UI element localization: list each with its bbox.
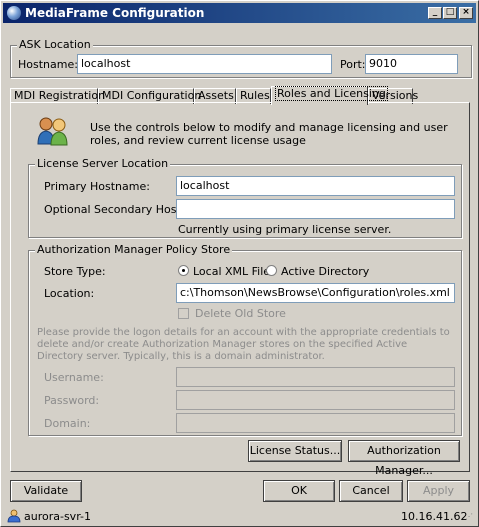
- delete-old-store-checkbox[interactable]: [178, 308, 189, 319]
- tab-label: Roles and Licensing: [275, 86, 388, 101]
- port-label: Port:: [340, 58, 366, 71]
- username-label: Username:: [44, 371, 104, 384]
- ok-button[interactable]: OK: [263, 480, 335, 502]
- users-roles-icon: [37, 117, 68, 146]
- store-type-local-label[interactable]: Local XML File: [193, 265, 270, 278]
- maximize-icon[interactable]: □: [443, 7, 457, 19]
- tab-roles-and-licensing[interactable]: Roles and Licensing: [271, 86, 388, 105]
- minimize-icon[interactable]: _: [428, 7, 442, 19]
- location-label: Location:: [44, 287, 95, 300]
- store-type-ad-label[interactable]: Active Directory: [281, 265, 369, 278]
- policy-store-title: Authorization Manager Policy Store: [35, 243, 233, 256]
- license-status-button[interactable]: License Status...: [248, 440, 342, 462]
- tab-label: MDI Configuration: [102, 89, 202, 102]
- tab-label: Rules: [240, 89, 270, 102]
- tab-label: Assets: [198, 89, 234, 102]
- app-globe-icon: [7, 6, 21, 20]
- hostname-label: Hostname:: [18, 58, 78, 71]
- username-input[interactable]: [176, 367, 455, 387]
- password-label: Password:: [44, 394, 100, 407]
- intro-text: Use the controls below to modify and man…: [90, 121, 448, 147]
- port-input[interactable]: 9010: [365, 54, 458, 74]
- server-user-icon: [7, 509, 21, 523]
- status-bar: aurora-svr-1 10.16.41.62 ⋰: [3, 507, 476, 526]
- logon-details-note: Please provide the logon details for an …: [37, 327, 450, 362]
- secondary-hostname-input[interactable]: [176, 199, 455, 219]
- store-type-label: Store Type:: [44, 265, 106, 278]
- validate-button[interactable]: Validate: [10, 480, 82, 502]
- store-type-local-radio[interactable]: [178, 265, 189, 276]
- delete-old-store-label: Delete Old Store: [195, 307, 286, 320]
- tab-label: MDI Registration: [14, 89, 106, 102]
- domain-input[interactable]: [176, 413, 455, 433]
- authorization-manager-button[interactable]: Authorization Manager...: [348, 440, 460, 477]
- cancel-button[interactable]: Cancel: [339, 480, 403, 502]
- status-server-name: aurora-svr-1: [24, 510, 91, 523]
- apply-button[interactable]: Apply: [407, 480, 470, 502]
- password-input[interactable]: [176, 390, 455, 410]
- primary-hostname-label: Primary Hostname:: [44, 180, 150, 193]
- location-input[interactable]: c:\Thomson\NewsBrowse\Configuration\role…: [176, 283, 455, 303]
- close-icon[interactable]: ×: [459, 7, 473, 19]
- primary-hostname-input[interactable]: localhost: [176, 176, 455, 196]
- window-title: MediaFrame Configuration: [25, 6, 205, 20]
- domain-label: Domain:: [44, 417, 91, 430]
- license-server-title: License Server Location: [35, 157, 171, 170]
- title-bar[interactable]: MediaFrame Configuration _ □ ×: [3, 3, 476, 23]
- resize-grip-icon[interactable]: ⋰: [465, 512, 473, 521]
- mediaframe-config-window: MediaFrame Configuration _ □ × ASK Locat…: [0, 0, 479, 527]
- store-type-ad-radio[interactable]: [266, 265, 277, 276]
- status-ip-address: 10.16.41.62: [401, 510, 468, 523]
- ask-location-title: ASK Location: [17, 38, 93, 51]
- hostname-input[interactable]: localhost: [77, 54, 332, 74]
- license-server-status: Currently using primary license server.: [178, 223, 392, 236]
